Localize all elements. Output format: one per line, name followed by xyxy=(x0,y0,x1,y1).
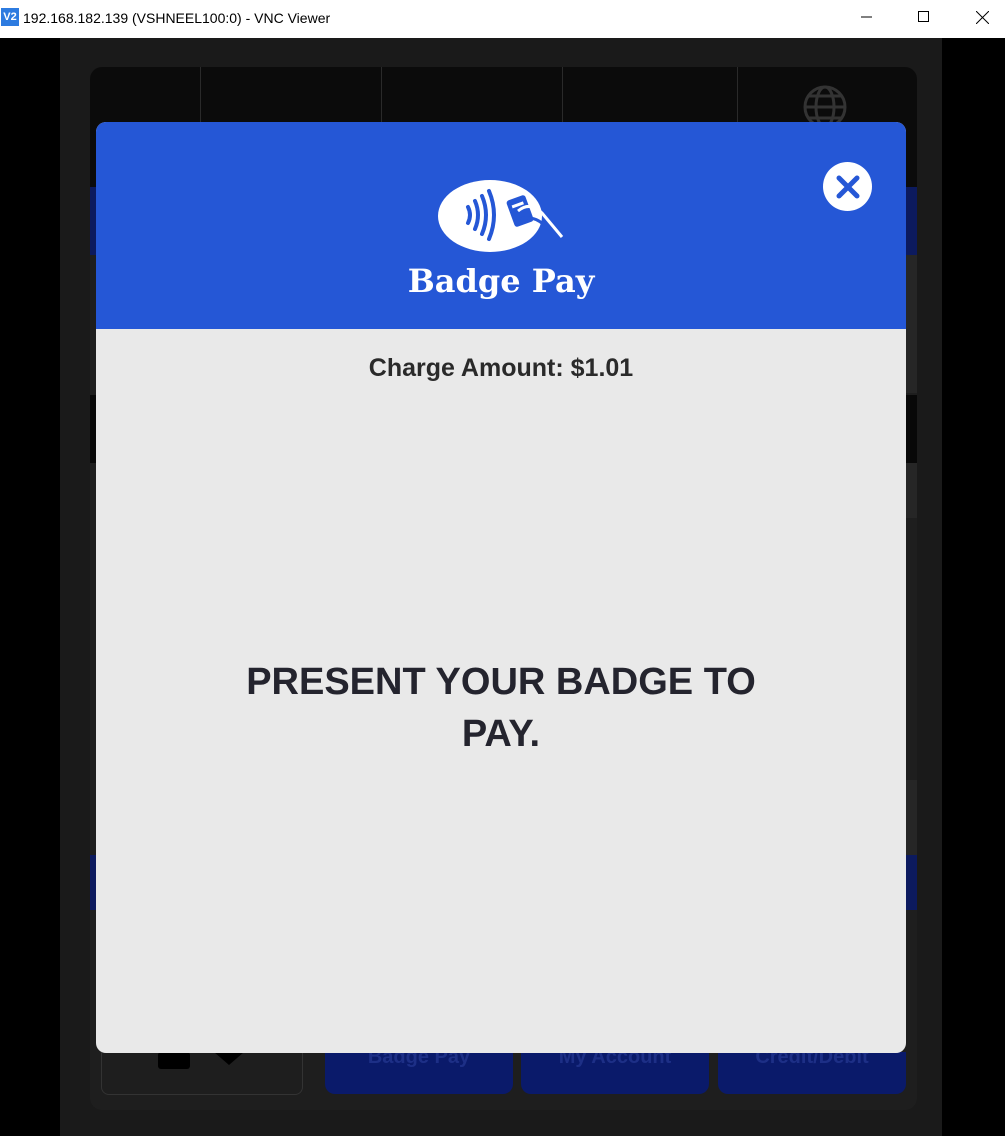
badge-pay-modal: Badge Pay Charge Amount: $1.01 PRESENT Y… xyxy=(96,122,906,1053)
my-account-button[interactable]: My Account xyxy=(521,1052,709,1094)
window-title-bar: V2 192.168.182.139 (VSHNEEL100:0) - VNC … xyxy=(0,0,1005,38)
my-account-button-label: My Account xyxy=(558,1052,672,1068)
badge-pay-button[interactable]: Badge Pay xyxy=(325,1052,513,1094)
credit-debit-button-label: Credit/Debit xyxy=(755,1052,869,1068)
minimize-button[interactable] xyxy=(838,0,896,34)
contactless-badge-icon xyxy=(438,180,564,252)
modal-header: Badge Pay xyxy=(96,122,906,329)
present-badge-prompt: PRESENT YOUR BADGE TO PAY. xyxy=(246,661,756,755)
vnc-viewer-app-icon: V2 xyxy=(1,8,19,26)
modal-title: Badge Pay xyxy=(407,262,595,300)
card-icon xyxy=(214,1052,244,1065)
close-modal-button[interactable] xyxy=(823,162,872,211)
credit-debit-button[interactable]: Credit/Debit xyxy=(718,1052,906,1094)
payment-icons-tile xyxy=(101,1052,303,1095)
maximize-button[interactable] xyxy=(895,0,953,34)
close-icon xyxy=(975,10,989,24)
maximize-icon xyxy=(918,11,929,22)
charge-amount-value: $1.01 xyxy=(570,354,634,382)
phone-icon xyxy=(158,1052,190,1069)
badge-pay-button-label: Badge Pay xyxy=(367,1052,471,1068)
charge-amount-label: Charge Amount: xyxy=(368,354,564,382)
charge-amount: Charge Amount: $1.01 xyxy=(96,354,906,383)
close-icon xyxy=(836,175,859,198)
close-window-button[interactable] xyxy=(953,0,1005,34)
minimize-icon xyxy=(861,16,872,18)
window-title: 192.168.182.139 (VSHNEEL100:0) - VNC Vie… xyxy=(23,10,331,26)
